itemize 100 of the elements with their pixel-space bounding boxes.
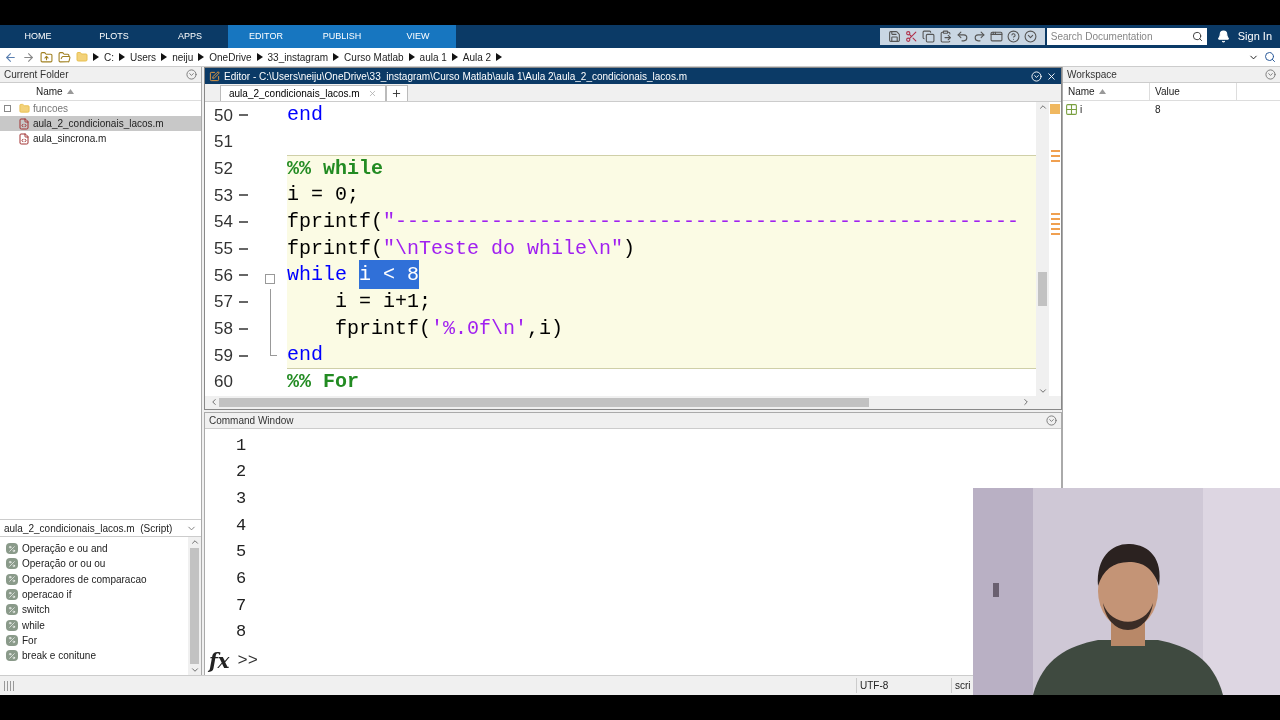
variable-icon [1065,102,1078,116]
toolstrip-tab[interactable]: EDITOR [228,25,304,48]
function-browser-icon[interactable]: fx [209,646,230,677]
scroll-thumb[interactable] [219,397,869,407]
editor-icon [209,70,220,82]
new-tab-button[interactable] [385,85,408,101]
search-icon[interactable] [1264,51,1276,63]
scrollbar[interactable] [1036,102,1049,396]
scroll-up-icon[interactable] [1037,102,1048,112]
variable-name[interactable]: i [1080,101,1083,117]
toolstrip-tab[interactable]: HOME [0,25,76,48]
paste-icon[interactable] [938,30,952,43]
breakpoint-marker[interactable] [238,327,248,330]
search-field[interactable]: Search Documentation [1046,28,1192,45]
line-number: 50 [213,104,233,127]
toolstrip-tab[interactable]: APPS [152,25,228,48]
path-segment[interactable]: neiju [172,49,194,65]
column-header[interactable]: Name [32,84,67,99]
scroll-up-icon[interactable] [189,537,200,547]
forward-icon[interactable] [22,50,35,64]
path-segment[interactable]: 33_instagram [267,49,329,65]
section-item[interactable]: Operadores de comparacao [22,571,147,587]
breakpoint-marker[interactable] [238,354,248,357]
section-item[interactable]: For [22,632,37,648]
breakpoint-marker[interactable] [238,247,248,250]
path-segment[interactable]: C: [104,49,114,65]
file-tab[interactable]: aula_2_condicionais_lacos.m [220,85,386,101]
window-icon[interactable] [989,30,1003,43]
column-header[interactable]: Value [1155,84,1180,99]
save-icon[interactable] [887,30,901,43]
breakpoint-marker[interactable] [238,274,248,277]
folder-up-icon[interactable] [40,50,53,64]
cell-icon [6,589,18,601]
separator-icon [198,53,205,61]
path-segment[interactable]: OneDrive [209,49,252,65]
separator-icon [408,53,415,61]
line-number: 55 [213,238,233,261]
breakpoint-marker[interactable] [238,301,248,304]
section-item[interactable]: Operação or ou ou [22,556,106,572]
path-segment[interactable]: Users [130,49,157,65]
separator-icon [496,53,503,61]
line-number: 59 [213,344,233,367]
section-item[interactable]: break e conitune [22,648,96,664]
output-line: 8 [236,621,248,644]
file-name: aula_sincrona.m [33,132,107,146]
copy-icon[interactable] [921,30,935,43]
horizontal-scrollbar[interactable] [205,395,1061,409]
toolstrip-tab[interactable]: VIEW [380,25,456,48]
scroll-right-icon[interactable] [1021,397,1031,408]
close-icon[interactable] [1046,70,1057,82]
section-item[interactable]: switch [22,602,50,618]
line-number: 51 [213,131,233,154]
scroll-thumb[interactable] [1038,272,1047,306]
folder-icon [76,51,88,63]
panel-title: Current Folder [4,68,69,82]
fold-icon[interactable] [265,273,275,284]
details-title: aula_2_condicionais_lacos.m (Script) [4,521,173,536]
breakpoint-marker[interactable] [238,114,248,117]
toolstrip-tab[interactable]: PLOTS [76,25,152,48]
sort-icon [66,89,74,94]
file-row[interactable]: funcoes [0,101,201,116]
panel-title: Command Window [209,413,294,428]
editor-title: Editor - C:\Users\neiju\OneDrive\33_instagram\Curso Matlab\aula 1\Aula 2\aula_2_condicionais_lacos.m [224,69,688,84]
cut-icon[interactable] [904,30,918,43]
section-item[interactable]: Operação e ou and [22,541,108,557]
path-segment[interactable]: aula 1 [419,49,447,65]
line-number: 58 [213,318,233,341]
undo-icon[interactable] [955,30,969,43]
line-number: 60 [213,371,233,394]
file-row[interactable]: aula_sincrona.m [0,131,201,146]
section-item[interactable]: operacao if [22,587,72,603]
dropdown-icon[interactable] [1023,30,1037,43]
toolstrip-tab[interactable]: PUBLISH [304,25,380,48]
breakpoint-marker[interactable] [238,221,248,224]
redo-icon[interactable] [972,30,986,43]
file-row[interactable]: aula_2_condicionais_lacos.m [0,116,201,131]
scroll-thumb[interactable] [190,548,199,664]
sign-in-link[interactable]: Sign In [1237,25,1280,48]
path-segment[interactable]: Aula 2 [462,49,492,65]
scroll-left-icon[interactable] [209,397,219,408]
breakpoint-marker[interactable] [238,194,248,197]
browse-folder-icon[interactable] [58,50,71,64]
cell-icon [6,650,18,662]
scrollbar[interactable] [188,537,201,675]
section-item[interactable]: while [22,617,45,633]
back-icon[interactable] [4,50,17,64]
help-icon[interactable] [1006,30,1020,43]
cell-icon [6,543,18,555]
file-name: funcoes [33,102,69,116]
line-number: 52 [213,157,233,180]
line-number: 57 [213,291,233,314]
output-line: 1 [236,434,248,457]
notification-icon[interactable] [1216,30,1230,43]
column-header[interactable]: Name [1068,84,1095,99]
scroll-down-icon[interactable] [189,665,200,675]
plus-icon [391,88,403,99]
command-prompt[interactable]: >> [237,648,258,674]
cell-icon [6,619,18,631]
path-segment[interactable]: Curso Matlab [344,49,404,65]
expand-icon[interactable] [4,105,11,112]
